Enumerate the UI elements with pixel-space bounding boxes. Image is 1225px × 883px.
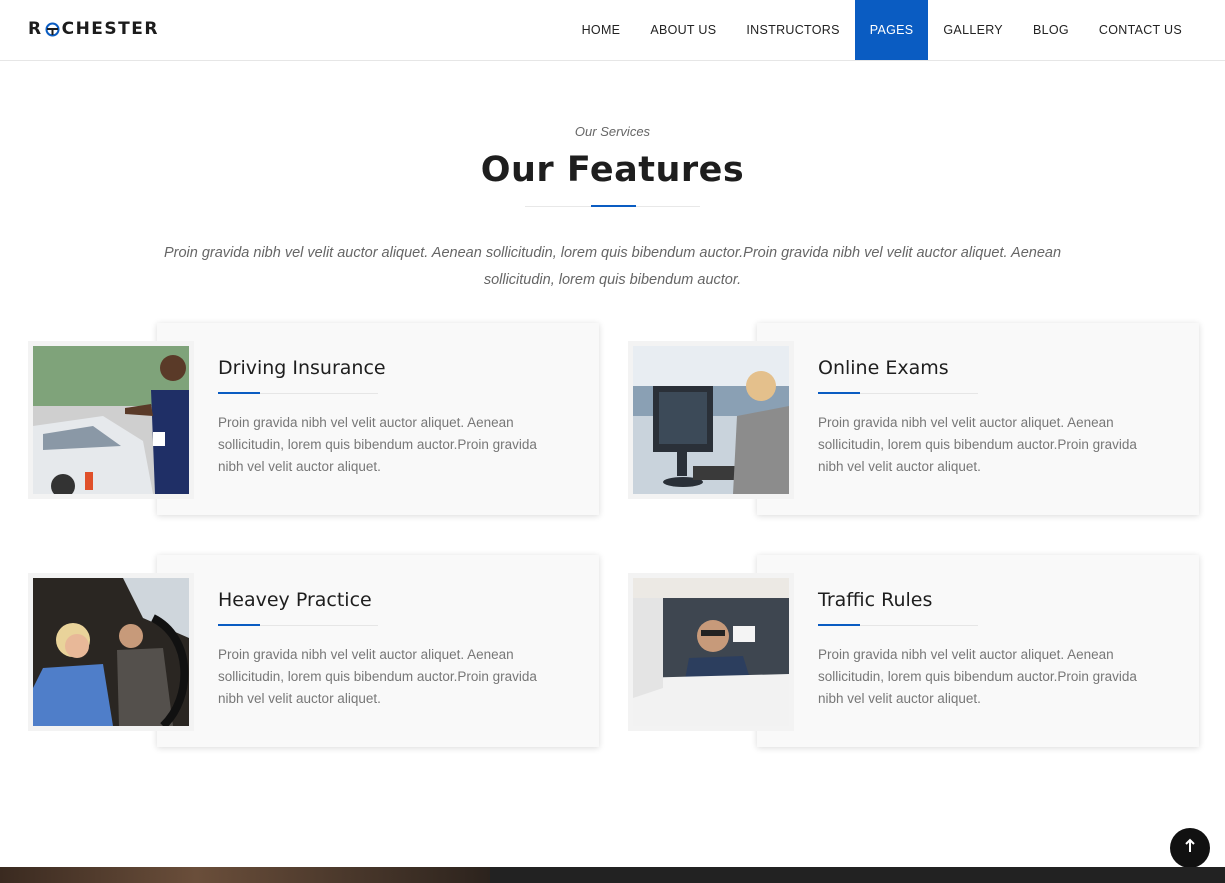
logo-letter-r: R (28, 19, 43, 39)
feature-card-traffic-rules[interactable]: Traffic Rules Proin gravida nibh vel vel… (757, 555, 1199, 747)
feature-description: Proin gravida nibh vel velit auctor aliq… (218, 647, 537, 706)
nav-gallery[interactable]: GALLERY (928, 0, 1018, 60)
instructor-beside-car-photo (33, 346, 189, 494)
nav-home[interactable]: HOME (567, 0, 636, 60)
nav-pages[interactable]: PAGES (854, 0, 929, 60)
nav-contact-us[interactable]: CONTACT US (1084, 0, 1197, 60)
feature-title: Online Exams (818, 357, 949, 379)
feature-description: Proin gravida nibh vel velit auctor aliq… (818, 647, 1137, 706)
woman-at-computer-photo (633, 346, 789, 494)
section-eyebrow: Our Services (574, 124, 651, 139)
section-intro: Proin gravida nibh vel velit auctor aliq… (163, 245, 1062, 288)
main-nav: HOME ABOUT US INSTRUCTORS PAGES GALLERY … (567, 0, 1197, 60)
nav-instructors[interactable]: INSTRUCTORS (731, 0, 854, 60)
feature-card-driving-insurance[interactable]: Driving Insurance Proin gravida nibh vel… (157, 323, 599, 515)
site-logo[interactable]: R CHESTER (28, 19, 159, 39)
feature-card-online-exams[interactable]: Online Exams Proin gravida nibh vel veli… (757, 323, 1199, 515)
back-to-top-button[interactable] (1170, 828, 1210, 868)
feature-divider-accent (218, 624, 260, 626)
nav-about-us[interactable]: ABOUT US (635, 0, 731, 60)
feature-description: Proin gravida nibh vel velit auctor aliq… (818, 415, 1137, 474)
feature-card-heavey-practice[interactable]: Heavey Practice Proin gravida nibh vel v… (157, 555, 599, 747)
feature-divider-accent (218, 392, 260, 394)
section-title: Our Features (480, 150, 745, 190)
nav-blog[interactable]: BLOG (1018, 0, 1084, 60)
steering-wheel-icon (45, 22, 60, 37)
feature-title: Heavey Practice (218, 589, 372, 611)
logo-text: CHESTER (61, 19, 159, 39)
next-section-dark-strip (490, 867, 1225, 883)
arrow-up-icon (1183, 838, 1197, 859)
feature-image-frame (28, 573, 194, 731)
feature-description: Proin gravida nibh vel velit auctor aliq… (218, 415, 537, 474)
feature-image-frame (628, 573, 794, 731)
site-header: R CHESTER HOME ABOUT US INSTRUCTORS PAGE… (0, 0, 1225, 61)
feature-image-frame (28, 341, 194, 499)
feature-divider-accent (818, 624, 860, 626)
feature-title: Driving Insurance (218, 357, 386, 379)
feature-title: Traffic Rules (818, 589, 933, 611)
feature-divider-accent (818, 392, 860, 394)
student-driving-with-instructor-photo (33, 578, 189, 726)
title-divider-accent (591, 205, 636, 207)
feature-image-frame (628, 341, 794, 499)
man-showing-license-in-car-photo (633, 578, 789, 726)
next-section-image-strip (0, 867, 490, 883)
